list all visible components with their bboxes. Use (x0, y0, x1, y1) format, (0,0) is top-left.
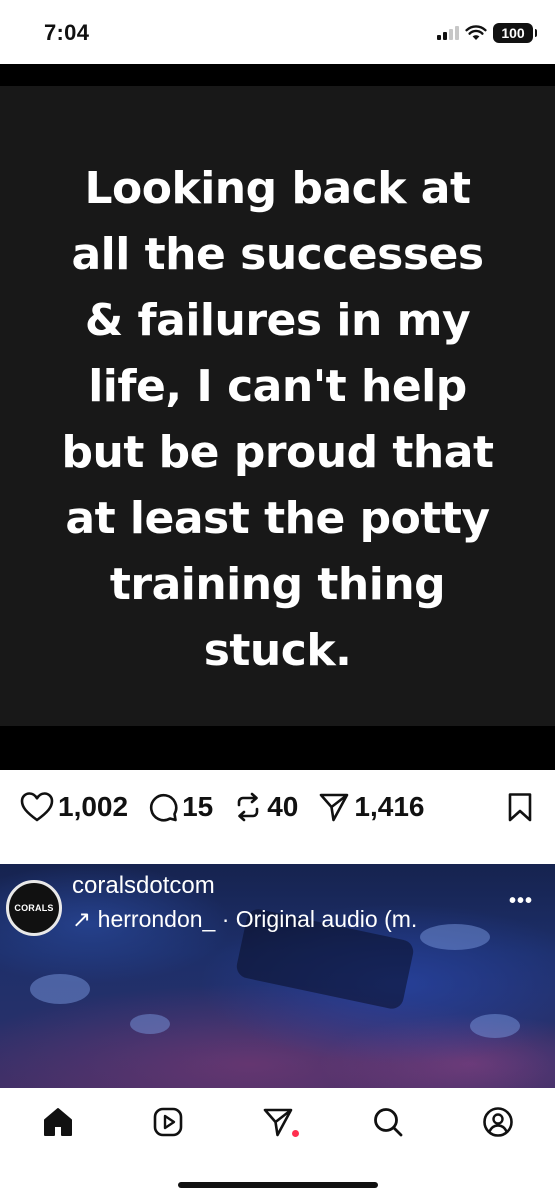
meme-card: Looking back at all the successes & fail… (0, 86, 555, 726)
cellular-signal-icon (437, 26, 459, 40)
meme-text: Looking back at all the successes & fail… (61, 163, 494, 676)
bookmark-button[interactable] (507, 792, 533, 827)
bookmark-icon (508, 793, 532, 822)
avatar-logo-text: CORALS (14, 903, 54, 913)
audio-attribution[interactable]: ↗ herrondon_ · Original audio (m. (72, 906, 492, 933)
comment-button[interactable]: 15 (148, 791, 213, 823)
repost-count: 40 (267, 791, 299, 822)
home-indicator[interactable] (178, 1182, 378, 1188)
username[interactable]: coralsdotcom (72, 872, 215, 900)
battery-indicator: 100 (493, 23, 537, 43)
avatar[interactable]: CORALS (6, 880, 62, 936)
profile-icon (483, 1107, 513, 1137)
repost-button[interactable]: 40 (233, 791, 298, 823)
audio-text: herrondon_ · Original audio (m. (97, 906, 418, 932)
heart-icon (20, 792, 54, 822)
post-actions: 1,002 15 40 1,416 (0, 770, 555, 844)
status-bar: 7:04 100 (0, 0, 555, 64)
post-image[interactable]: Looking back at all the successes & fail… (0, 64, 555, 770)
status-indicators: 100 (437, 22, 537, 44)
comment-count: 15 (182, 791, 214, 822)
nav-reels[interactable] (152, 1106, 184, 1143)
nav-home[interactable] (42, 1106, 74, 1143)
arrow-up-right-icon: ↗ (72, 906, 92, 932)
repost-icon (237, 792, 259, 822)
home-icon (44, 1108, 72, 1136)
share-count: 1,416 (354, 791, 425, 822)
search-icon (374, 1108, 403, 1137)
send-icon (263, 1108, 293, 1137)
reels-icon (153, 1107, 183, 1137)
status-time: 7:04 (44, 20, 90, 45)
wifi-icon (465, 25, 487, 40)
like-button[interactable]: 1,002 (20, 791, 128, 823)
like-count: 1,002 (58, 791, 129, 822)
nav-search[interactable] (372, 1106, 404, 1143)
notification-dot (292, 1130, 299, 1137)
more-icon[interactable]: ••• (509, 890, 533, 913)
next-post-preview[interactable]: CORALS coralsdotcom ↗ herrondon_ · Origi… (0, 864, 555, 1088)
share-button[interactable]: 1,416 (318, 791, 424, 823)
comment-icon (149, 793, 178, 822)
send-icon (320, 793, 349, 822)
nav-profile[interactable] (482, 1106, 514, 1143)
nav-messages[interactable] (262, 1106, 299, 1143)
